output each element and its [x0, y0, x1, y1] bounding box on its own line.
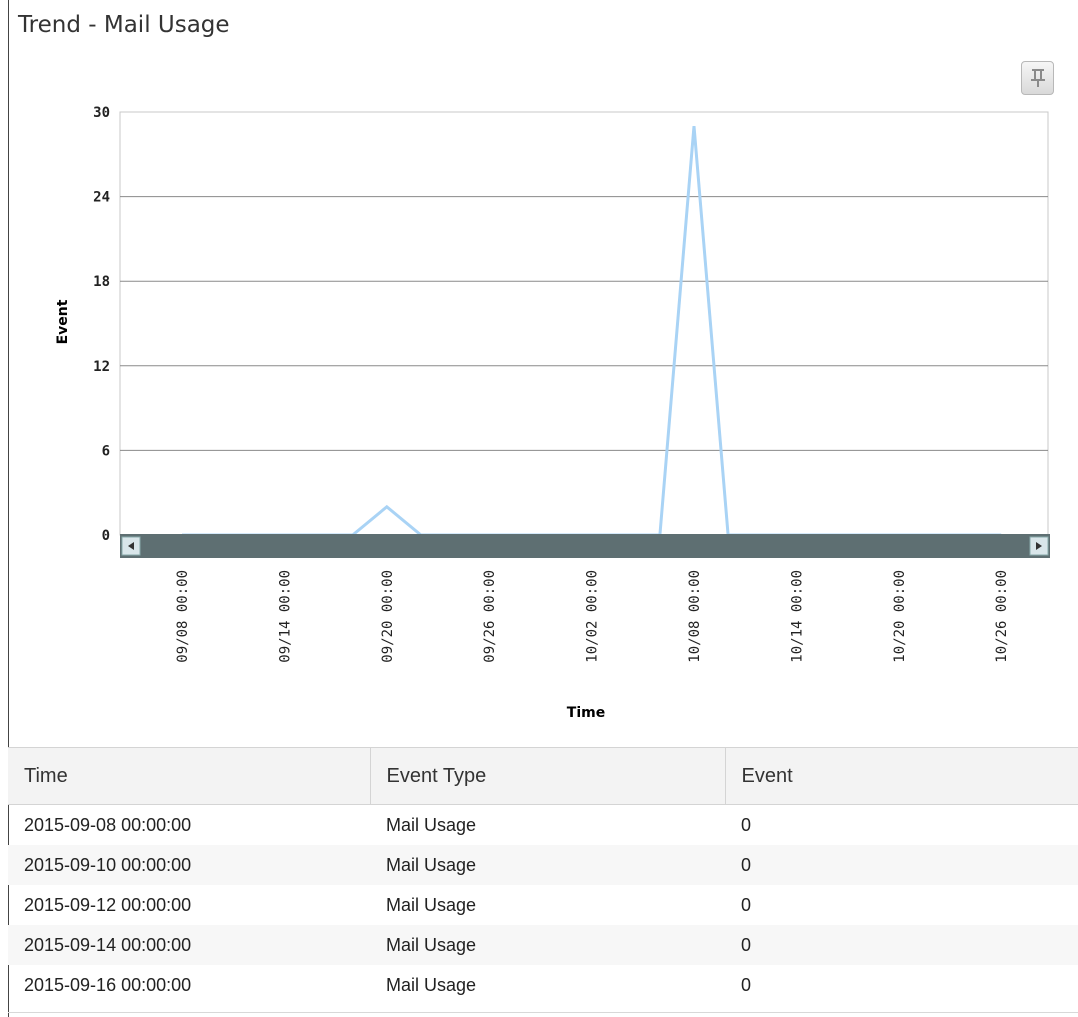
cell-time: 2015-09-10 00:00:00	[8, 845, 370, 885]
cell-event-type: Mail Usage	[370, 845, 725, 885]
y-tick-label: 12	[93, 359, 110, 375]
horizontal-scrollbar[interactable]	[120, 534, 1050, 558]
table-header-row: Time Event Type Event	[8, 747, 1078, 805]
column-header-event-type[interactable]: Event Type	[370, 747, 726, 805]
data-table: Time Event Type Event 2015-09-08 00:00:0…	[8, 747, 1078, 1005]
cell-time: 2015-09-16 00:00:00	[24, 974, 192, 995]
y-tick-label: 24	[93, 190, 110, 206]
table-row[interactable]: 2015-09-14 00:00:00 Mail Usage 0	[8, 925, 1078, 965]
table-bottom-border	[8, 1012, 1078, 1013]
x-axis-label: Time	[567, 705, 605, 721]
table-row[interactable]: 2015-09-08 00:00:00 Mail Usage 0	[8, 805, 1078, 846]
cell-event-type: Mail Usage	[386, 894, 477, 915]
cell-time: 2015-09-12 00:00:00	[24, 894, 192, 915]
column-header-time[interactable]: Time	[8, 747, 371, 805]
x-tick-label: 10/08 00:00	[687, 570, 703, 663]
cell-event: 0	[741, 894, 752, 915]
x-tick-label: 09/08 00:00	[175, 570, 191, 663]
cell-event-type: Mail Usage	[386, 814, 477, 835]
y-tick-label: 18	[93, 274, 110, 290]
cell-time: 2015-09-08 00:00:00	[24, 814, 192, 835]
cell-event: 0	[725, 925, 1078, 965]
x-tick-label: 10/02 00:00	[585, 570, 601, 663]
y-tick-label: 6	[102, 443, 110, 459]
table-row[interactable]: 2015-09-12 00:00:00 Mail Usage 0	[8, 885, 1078, 925]
x-tick-label: 09/26 00:00	[482, 570, 498, 663]
x-tick-label: 10/26 00:00	[994, 570, 1010, 663]
x-tick-label: 10/20 00:00	[892, 570, 908, 663]
plot-area	[119, 111, 1049, 536]
cell-event: 0	[741, 974, 752, 995]
cell-event-type: Mail Usage	[386, 974, 477, 995]
y-axis-label: Event	[55, 299, 71, 344]
column-header-event[interactable]: Event	[725, 747, 1078, 805]
table-row[interactable]: 2015-09-10 00:00:00 Mail Usage 0	[8, 845, 1078, 885]
y-tick-label: 0	[102, 528, 110, 544]
x-tick-label: 09/20 00:00	[380, 570, 396, 663]
cell-event: 0	[741, 814, 752, 835]
y-tick-label: 30	[93, 105, 110, 121]
table-row[interactable]: 2015-09-16 00:00:00 Mail Usage 0	[8, 965, 1078, 1005]
trend-chart: 30 24 18 12 6 0 09/08 00:00 09/14 00:00 09/20 0…	[55, 105, 1050, 721]
x-tick-label: 10/14 00:00	[789, 570, 805, 663]
cell-event-type: Mail Usage	[370, 925, 725, 965]
x-tick-label: 09/14 00:00	[277, 570, 293, 663]
cell-event: 0	[725, 845, 1078, 885]
cell-time: 2015-09-14 00:00:00	[8, 925, 370, 965]
